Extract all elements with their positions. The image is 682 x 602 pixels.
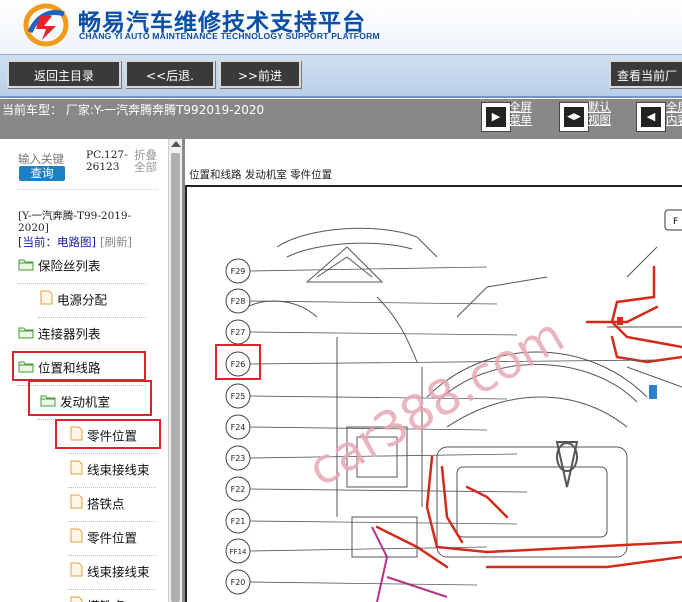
callout-label: F22	[231, 485, 246, 494]
callout-line	[249, 266, 488, 272]
back-button[interactable]: <<后退.	[125, 60, 215, 88]
content-pane: 位置和线路 发动机室 零件位置 F29 F28 F27 F26 F25 F24 …	[185, 139, 682, 602]
search-input[interactable]	[18, 151, 66, 167]
model-path: [Y-一汽奔腾-T99-2019- 2020]	[18, 210, 132, 234]
tree-item[interactable]: 保险丝列表	[18, 255, 101, 281]
part-tag-label: F	[673, 217, 678, 227]
callout-label: F29	[231, 267, 246, 276]
tree-item-label: 搭铁点	[87, 496, 125, 512]
highlight-box	[28, 380, 152, 416]
tree-item[interactable]: 连接器列表	[18, 323, 101, 349]
file-icon	[40, 290, 53, 312]
refresh-link[interactable]: [刷新]	[100, 235, 132, 249]
sidebar: 查询 PC.127- 26123 折叠 全部 [Y-一汽奔腾-T99-2019-…	[0, 139, 168, 602]
folder-icon	[18, 256, 34, 278]
callout-line	[249, 581, 478, 586]
callout-line	[249, 520, 518, 525]
highlight-box	[12, 351, 146, 381]
fold-all-button[interactable]: 折叠 全部	[134, 149, 157, 173]
watermark: car388.com	[299, 307, 574, 498]
engine-bay-diagram[interactable]: F29 F28 F27 F26 F25 F24 F23 F22 F21 FF14 F20 F car…	[187, 187, 682, 602]
tree-item-divider	[68, 521, 156, 522]
tree-item[interactable]: 搭铁点	[70, 595, 125, 602]
callout-line	[249, 331, 518, 336]
folder-icon	[18, 324, 34, 346]
callout-label: F25	[231, 392, 246, 401]
callout-label: F24	[231, 423, 246, 432]
fullscreen-menu-button[interactable]: ▶	[481, 102, 511, 132]
tree-item-label: 连接器列表	[38, 326, 101, 342]
breadcrumb: 位置和线路 发动机室 零件位置	[189, 169, 333, 181]
callout-label: FF14	[230, 548, 248, 556]
current-view-label: [当前：电路图]	[18, 235, 96, 249]
callout-label: F27	[231, 328, 246, 337]
tree-item[interactable]: 零件位置	[70, 527, 137, 553]
connector-marker	[649, 385, 657, 399]
connector-marker	[617, 317, 623, 325]
tree-item-divider	[18, 283, 146, 284]
fullscreen-content-icon: ◀	[641, 107, 661, 127]
callout-label: F26	[231, 360, 246, 369]
tree-item-label: 电源分配	[57, 292, 108, 308]
view-current-button[interactable]: 查看当前厂	[609, 60, 682, 88]
tree-item-divider	[68, 555, 156, 556]
file-icon	[70, 460, 83, 482]
tree-item-label: 零件位置	[87, 530, 138, 546]
callout-label: F23	[231, 454, 246, 463]
current-location: [当前：电路图] [刷新]	[18, 234, 132, 250]
callout-label: F21	[231, 517, 246, 526]
fullscreen-menu-icon: ▶	[486, 107, 506, 127]
tree-item-divider	[68, 487, 156, 488]
brand-subtitle: CHANG YI AUTO MAINTENANCE TECHNOLOGY SUP…	[79, 31, 380, 41]
file-icon	[70, 562, 83, 584]
nav-bar: 返回主目录 <<后退. >>前进 查看当前厂	[0, 54, 682, 98]
default-view-button[interactable]: ◀▶	[559, 102, 589, 132]
current-model: 当前车型： 厂家:Y-一汽奔腾奔腾T992019-2020	[2, 103, 265, 117]
file-icon	[70, 494, 83, 516]
forward-button[interactable]: >>前进	[219, 60, 301, 88]
fullscreen-menu-link[interactable]: 全屏 菜单	[509, 101, 532, 127]
callout-label: F20	[231, 578, 246, 587]
tree-item-divider	[68, 453, 156, 454]
brand-logo-icon	[23, 3, 69, 47]
home-button[interactable]: 返回主目录	[7, 60, 121, 88]
fullscreen-content-link[interactable]: 全屏 内容	[666, 101, 682, 127]
query-button[interactable]: 查询	[19, 166, 65, 181]
sidebar-divider	[18, 189, 158, 190]
tree-item-label: 线束接线束	[87, 564, 150, 580]
tree-item-label: 线束接线束	[87, 462, 150, 478]
tree-item[interactable]: 搭铁点	[70, 493, 125, 519]
sidebar-scrollbar[interactable]	[168, 139, 182, 602]
callout-line	[249, 488, 528, 493]
app-header: 畅易汽车维修技术支持平台 CHANG YI AUTO MAINTENANCE T…	[0, 0, 682, 54]
file-icon	[70, 596, 83, 602]
file-icon	[70, 528, 83, 550]
tree-item-divider	[68, 589, 156, 590]
tree-item-divider	[38, 317, 146, 318]
pc-code: PC.127- 26123	[86, 149, 128, 173]
diagram-frame: F29 F28 F27 F26 F25 F24 F23 F22 F21 FF14 F20 F car…	[185, 185, 682, 602]
default-view-link[interactable]: 默认 视图	[588, 101, 611, 127]
tree-item[interactable]: 线束接线束	[70, 561, 150, 587]
scroll-thumb[interactable]	[171, 153, 180, 602]
fullscreen-content-button[interactable]: ◀	[636, 102, 666, 132]
tree-item-label: 搭铁点	[87, 599, 125, 602]
tree-item[interactable]: 线束接线束	[70, 459, 150, 485]
tree-item[interactable]: 电源分配	[40, 289, 107, 315]
callout-label: F28	[231, 297, 246, 306]
tree-item-label: 保险丝列表	[38, 258, 101, 274]
highlight-box	[55, 419, 161, 449]
scroll-up-icon[interactable]	[171, 141, 181, 147]
model-bar: 当前车型： 厂家:Y-一汽奔腾奔腾T992019-2020 ▶ 全屏 菜单 ◀▶…	[0, 99, 682, 139]
default-view-icon: ◀▶	[564, 107, 584, 127]
